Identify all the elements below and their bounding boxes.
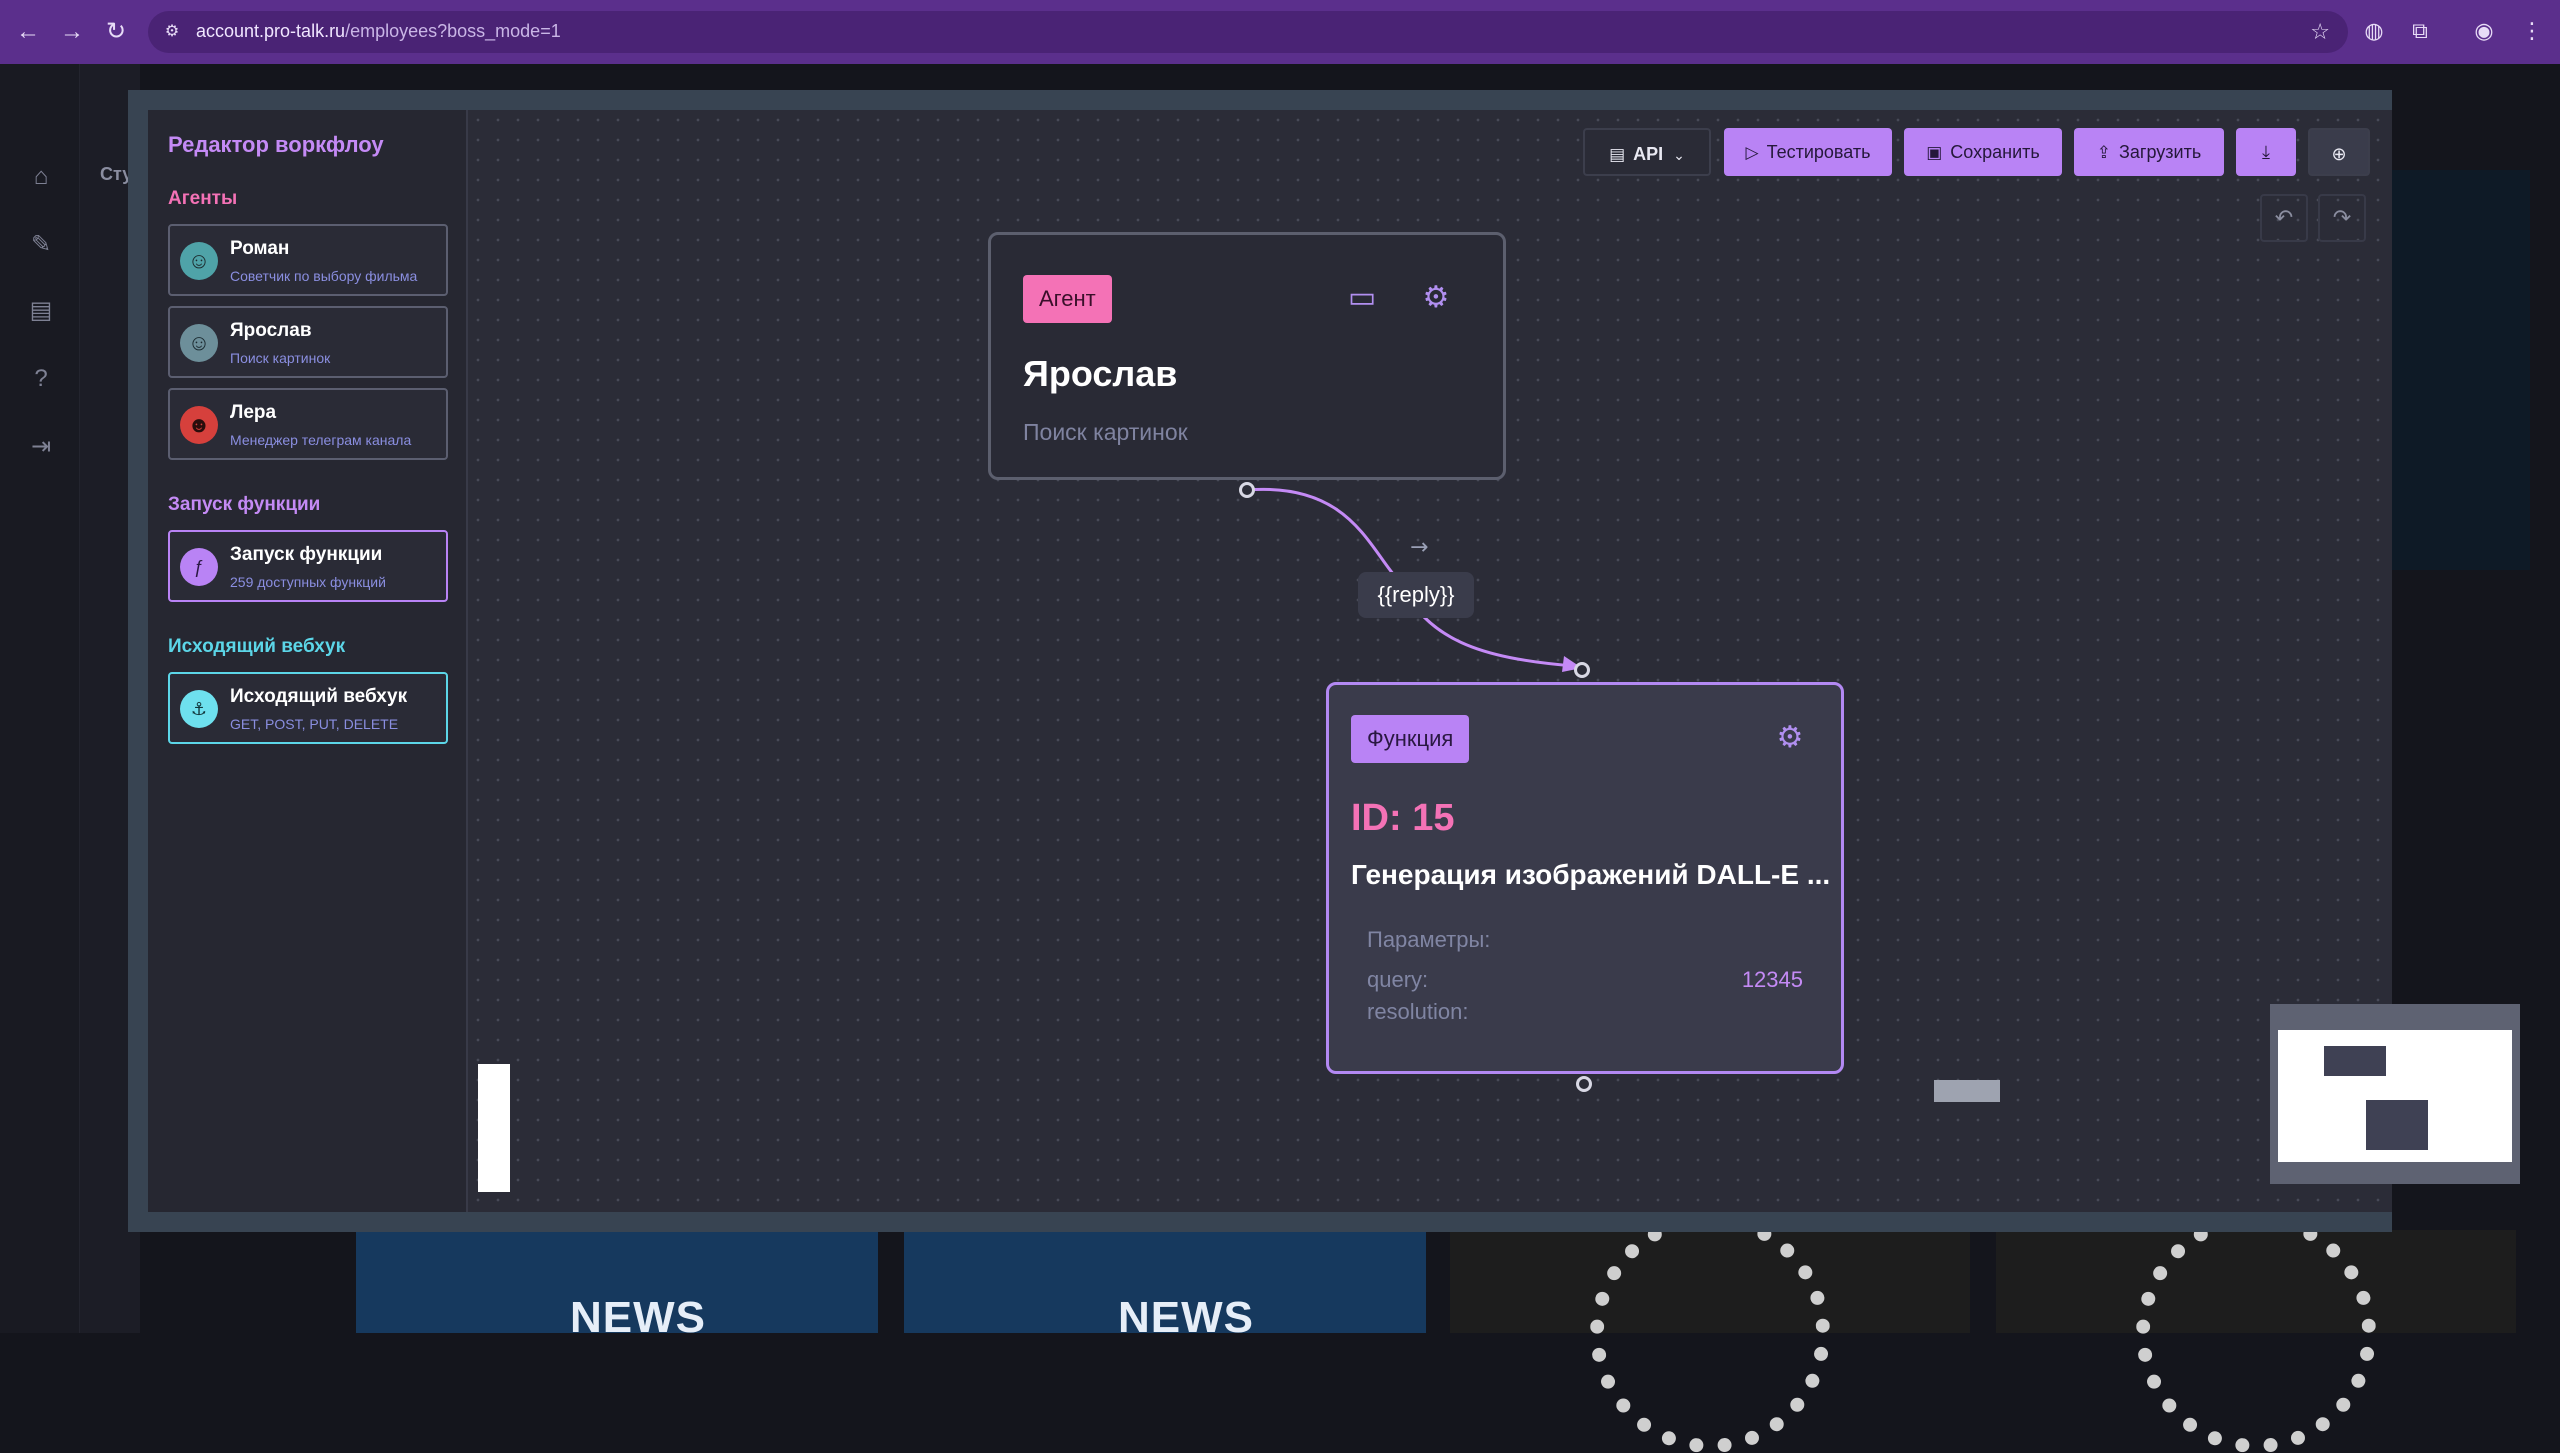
functions-section-title: Запуск функции — [168, 494, 321, 515]
agent-card-name: Ярослав — [230, 320, 312, 341]
edge-label[interactable]: {{reply}} — [1358, 572, 1474, 618]
library-icon[interactable]: ▤ — [26, 296, 56, 326]
chat-icon[interactable]: ▭ — [1345, 281, 1379, 315]
function-icon: ƒ — [180, 548, 218, 586]
seal-image — [1590, 1213, 1830, 1453]
browser-toolbar: ← → ↻ ⚙ account.pro-talk.ru/employees?bo… — [0, 0, 2560, 64]
agent-node[interactable]: Агент ▭ ⚙ Ярослав Поиск картинок — [988, 232, 1506, 480]
gear-icon[interactable]: ⚙ — [1773, 721, 1807, 755]
agent-node-title: Ярослав — [1023, 353, 1178, 394]
agent-card-desc: Поиск картинок — [230, 350, 331, 366]
agent-card-name: Лера — [230, 402, 277, 423]
function-node[interactable]: Функция ⚙ ID: 15 Генерация изображений D… — [1326, 682, 1844, 1074]
minimap-agent-node — [2324, 1046, 2386, 1076]
agent-output-port[interactable] — [1239, 482, 1255, 498]
function-card[interactable]: ƒ Запуск функции 259 доступных функций — [168, 530, 448, 602]
edit-icon[interactable]: ✎ — [26, 230, 56, 260]
webhook-card-desc: GET, POST, PUT, DELETE — [230, 716, 399, 732]
workflow-canvas[interactable]: ▤ API ⌄ ▷ Тестировать ▣ Сохранить ⇪ Загрузить… — [468, 110, 2520, 1212]
site-info-icon[interactable]: ⚙ — [162, 21, 182, 41]
app-sidebar: ⌂ ✎ ▤ ? ⇥ — [0, 64, 80, 1333]
menu-icon[interactable]: ⋮ — [2518, 18, 2546, 46]
param-query-value: 12345 — [1741, 967, 1803, 992]
webhook-card[interactable]: ⚓ Исходящий вебхук GET, POST, PUT, DELET… — [168, 672, 448, 744]
news-thumbnail[interactable]: NEWS — [356, 1230, 878, 1342]
param-resolution-label: resolution: — [1367, 999, 1469, 1024]
editor-title: Редактор воркфлоу — [168, 132, 384, 157]
help-icon[interactable]: ? — [26, 364, 56, 394]
agent-card-desc: Менеджер телеграм канала — [230, 432, 412, 448]
param-query-label: query: — [1367, 967, 1429, 992]
minimap[interactable] — [2270, 1004, 2520, 1184]
agent-tag: Агент — [1023, 275, 1112, 323]
seal-thumbnail[interactable] — [1996, 1213, 2516, 1453]
logout-icon[interactable]: ⇥ — [26, 432, 56, 462]
workflow-sidebar: Редактор воркфлоу Агенты ☺ Роман Советчи… — [148, 110, 468, 1212]
seal-image — [2136, 1213, 2376, 1453]
agent-card-desc: Советчик по выбору фильма — [230, 268, 418, 284]
agent-node-subtitle: Поиск картинок — [1023, 419, 1188, 445]
url-text: account.pro-talk.ru/employees?boss_mode=… — [196, 21, 561, 42]
news-thumbnail-text: NEWS — [570, 1293, 706, 1342]
minimap-scroll-handle[interactable] — [1934, 1080, 2000, 1102]
workflow-editor-modal: Редактор воркфлоу Агенты ☺ Роман Советчи… — [148, 110, 2520, 1212]
translate-icon[interactable]: ◍ — [2360, 18, 2388, 46]
seal-thumbnail[interactable] — [1450, 1213, 1970, 1453]
gear-icon[interactable]: ⚙ — [1419, 281, 1453, 315]
address-bar[interactable]: ⚙ account.pro-talk.ru/employees?boss_mod… — [148, 11, 2348, 53]
agent-card-yaroslav[interactable]: ☺ Ярослав Поиск картинок — [168, 306, 448, 378]
background-image-panel — [2380, 170, 2530, 570]
function-id: ID: 15 — [1351, 797, 1455, 839]
bookmark-star-icon[interactable]: ☆ — [2310, 19, 2330, 45]
webhook-icon: ⚓ — [180, 690, 218, 728]
agent-card-name: Роман — [230, 238, 290, 259]
profile-icon[interactable]: ◉ — [2470, 18, 2498, 46]
function-tag: Функция — [1351, 715, 1470, 763]
webhook-section-title: Исходящий вебхук — [168, 636, 346, 657]
extensions-icon[interactable]: ⧉ — [2406, 18, 2434, 46]
params-label: Параметры: — [1367, 927, 1491, 952]
webhook-card-name: Исходящий вебхук — [230, 686, 408, 707]
agent-avatar: ☺ — [180, 242, 218, 280]
forward-icon[interactable]: → — [58, 18, 86, 46]
agent-card-lera[interactable]: ☻ Лера Менеджер телеграм канала — [168, 388, 448, 460]
minimap-viewport — [2278, 1030, 2512, 1162]
minimap-function-node — [2366, 1100, 2428, 1150]
function-output-port[interactable] — [1576, 1076, 1592, 1092]
agent-avatar: ☺ — [180, 324, 218, 362]
news-thumbnail[interactable]: NEWS — [904, 1230, 1426, 1342]
function-card-desc: 259 доступных функций — [230, 574, 386, 590]
back-icon[interactable]: ← — [14, 18, 42, 46]
function-name: Генерация изображений DALL-E ... — [1351, 859, 1831, 890]
news-thumbnail-text: NEWS — [1118, 1293, 1254, 1342]
agents-section-title: Агенты — [168, 188, 238, 209]
home-icon[interactable]: ⌂ — [26, 162, 56, 192]
url-path: /employees?boss_mode=1 — [345, 21, 561, 41]
function-input-port[interactable] — [1574, 662, 1590, 678]
agent-card-roman[interactable]: ☺ Роман Советчик по выбору фильма — [168, 224, 448, 296]
function-card-name: Запуск функции — [230, 544, 383, 565]
url-host: account.pro-talk.ru — [196, 21, 346, 41]
agent-avatar: ☻ — [180, 406, 218, 444]
edge-direction-icon: → — [1410, 535, 1428, 560]
reload-icon[interactable]: ↻ — [102, 18, 130, 46]
canvas-controls[interactable] — [478, 1064, 510, 1192]
